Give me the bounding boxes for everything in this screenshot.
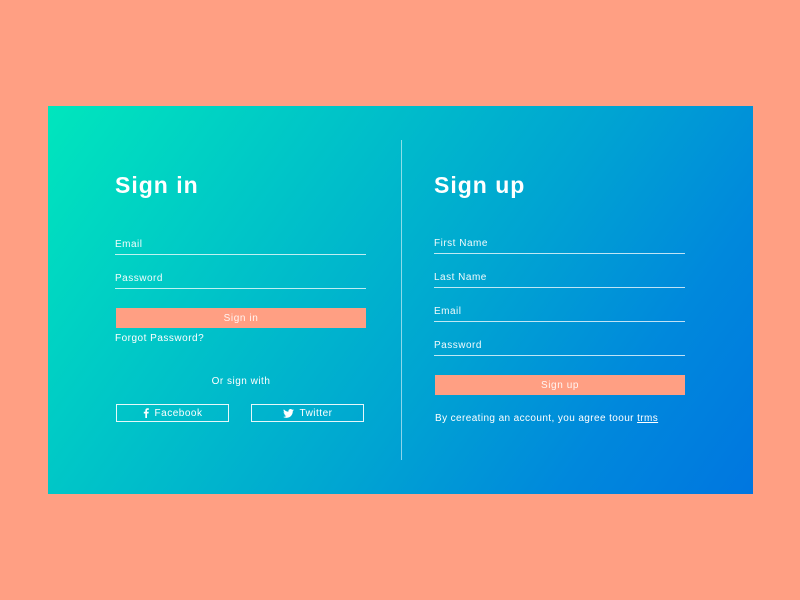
signin-password-field[interactable] <box>115 268 366 289</box>
twitter-icon <box>282 408 294 418</box>
or-sign-with-label: Or sign with <box>211 376 271 387</box>
signup-last-name-field[interactable] <box>434 267 685 288</box>
auth-panel: Sign in Sign in Forgot Password? Or sign… <box>48 106 753 494</box>
signup-email-field[interactable] <box>434 301 685 322</box>
signin-password-input[interactable] <box>115 270 366 288</box>
signup-password-input[interactable] <box>434 337 685 355</box>
signup-title: Sign up <box>434 172 526 198</box>
facebook-icon <box>143 408 149 418</box>
twitter-label: Twitter <box>299 407 333 419</box>
twitter-button[interactable]: Twitter <box>251 404 364 422</box>
first-name-input[interactable] <box>434 235 685 253</box>
section-divider <box>401 140 402 460</box>
terms-notice: By cereating an account, you agree toour… <box>435 413 658 424</box>
forgot-password-link[interactable]: Forgot Password? <box>115 333 204 344</box>
facebook-label: Facebook <box>154 407 203 419</box>
signup-first-name-field[interactable] <box>434 233 685 254</box>
signin-email-field[interactable] <box>115 234 366 255</box>
signin-email-input[interactable] <box>115 236 366 254</box>
signup-email-input[interactable] <box>434 303 685 321</box>
signin-title: Sign in <box>115 172 199 198</box>
terms-link[interactable]: trms <box>637 413 658 424</box>
signup-password-field[interactable] <box>434 335 685 356</box>
facebook-button[interactable]: Facebook <box>116 404 229 422</box>
last-name-input[interactable] <box>434 269 685 287</box>
terms-text: By cereating an account, you agree toour <box>435 413 638 424</box>
signup-button[interactable]: Sign up <box>435 375 685 395</box>
signin-button[interactable]: Sign in <box>116 308 366 328</box>
